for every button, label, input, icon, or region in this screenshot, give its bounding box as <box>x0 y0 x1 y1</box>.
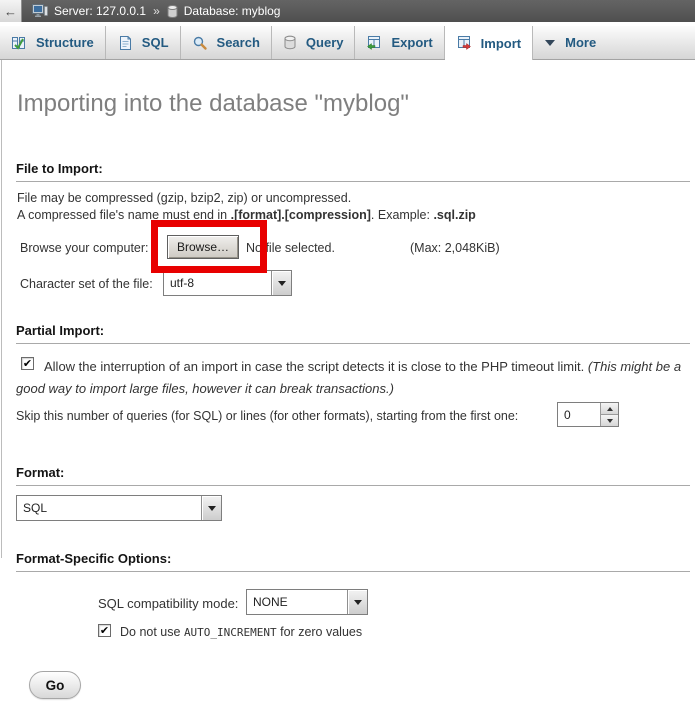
hint-example: .sql.zip <box>433 208 475 222</box>
tab-label: Import <box>481 36 521 51</box>
export-icon <box>366 35 382 51</box>
structure-icon <box>11 35 27 51</box>
skip-queries-value: 0 <box>558 403 600 426</box>
tab-sql[interactable]: SQL <box>106 26 181 59</box>
browse-label: Browse your computer: <box>20 241 149 255</box>
content-left-border <box>1 60 2 558</box>
section-heading-partial-import: Partial Import: <box>16 323 690 344</box>
dropdown-arrow-icon[interactable] <box>201 496 221 520</box>
format-selected-value: SQL <box>17 496 201 520</box>
allow-interrupt-label: Allow the interruption of an import in c… <box>16 356 688 400</box>
dropdown-arrow-icon[interactable] <box>271 271 291 295</box>
browse-button[interactable]: Browse… <box>167 235 239 259</box>
tab-query[interactable]: Query <box>272 26 356 59</box>
chevron-down-icon <box>544 39 556 47</box>
dropdown-arrow-icon[interactable] <box>347 590 367 614</box>
skip-queries-label: Skip this number of queries (for SQL) or… <box>16 409 518 423</box>
import-icon <box>456 35 472 51</box>
charset-label: Character set of the file: <box>20 277 153 291</box>
allow-text: Allow the interruption of an import in c… <box>44 359 588 374</box>
max-upload-size: (Max: 2,048KiB) <box>410 241 500 255</box>
no-autoincrement-checkbox[interactable]: ✔ <box>98 624 111 637</box>
charset-selected-value: utf-8 <box>164 271 271 295</box>
skip-queries-input[interactable]: 0 <box>557 402 619 427</box>
compression-hint-line1: File may be compressed (gzip, bzip2, zip… <box>17 191 351 205</box>
no-file-selected-text: No file selected. <box>246 241 335 255</box>
autoinc-prefix: Do not use <box>120 625 184 639</box>
go-button[interactable]: Go <box>29 671 81 699</box>
tab-label: Query <box>306 35 344 50</box>
tab-label: More <box>565 35 596 50</box>
phpmyadmin-import-page: ← Server: 127.0.0.1 » Database: myblog <box>0 0 695 716</box>
tab-import[interactable]: Import <box>445 26 533 60</box>
sql-compat-label: SQL compatibility mode: <box>98 596 238 611</box>
tab-search[interactable]: Search <box>181 26 272 59</box>
breadcrumb-database-link[interactable]: Database: myblog <box>184 4 281 18</box>
charset-select[interactable]: utf-8 <box>163 270 292 296</box>
section-heading-format: Format: <box>16 465 690 486</box>
search-icon <box>192 35 208 51</box>
section-heading-file-to-import: File to Import: <box>16 161 690 182</box>
compression-hint-line2: A compressed file's name must end in .[f… <box>17 208 476 222</box>
hint-mid: . Example: <box>371 208 434 222</box>
tab-bar: Structure SQL <box>0 22 695 60</box>
back-button[interactable]: ← <box>0 0 22 22</box>
tab-label: Search <box>217 35 260 50</box>
server-icon <box>32 4 48 18</box>
breadcrumb-separator: » <box>153 4 160 18</box>
tab-more[interactable]: More <box>533 26 607 59</box>
query-icon <box>283 35 297 50</box>
database-icon <box>167 5 178 18</box>
tab-structure[interactable]: Structure <box>0 26 106 59</box>
sql-compat-selected-value: NONE <box>247 590 347 614</box>
tab-label: SQL <box>142 35 169 50</box>
breadcrumb-server-link[interactable]: Server: 127.0.0.1 <box>54 4 146 18</box>
sql-compat-select[interactable]: NONE <box>246 589 368 615</box>
no-autoincrement-label: Do not use AUTO_INCREMENT for zero value… <box>120 625 362 639</box>
spinner-down-button[interactable] <box>601 415 618 426</box>
hint-prefix: A compressed file's name must end in <box>17 208 231 222</box>
autoinc-code: AUTO_INCREMENT <box>184 626 277 639</box>
page-title: Importing into the database "myblog" <box>17 90 409 118</box>
hint-format-pattern: .[format].[compression] <box>231 208 371 222</box>
breadcrumb-bar: ← Server: 127.0.0.1 » Database: myblog <box>0 0 695 22</box>
spinner-up-button[interactable] <box>601 403 618 415</box>
section-heading-format-options: Format-Specific Options: <box>16 551 690 572</box>
autoinc-suffix: for zero values <box>277 625 362 639</box>
sql-icon <box>117 35 133 51</box>
number-spinner <box>600 403 618 426</box>
tab-export[interactable]: Export <box>355 26 444 59</box>
format-select[interactable]: SQL <box>16 495 222 521</box>
tab-label: Structure <box>36 35 94 50</box>
tab-label: Export <box>391 35 432 50</box>
